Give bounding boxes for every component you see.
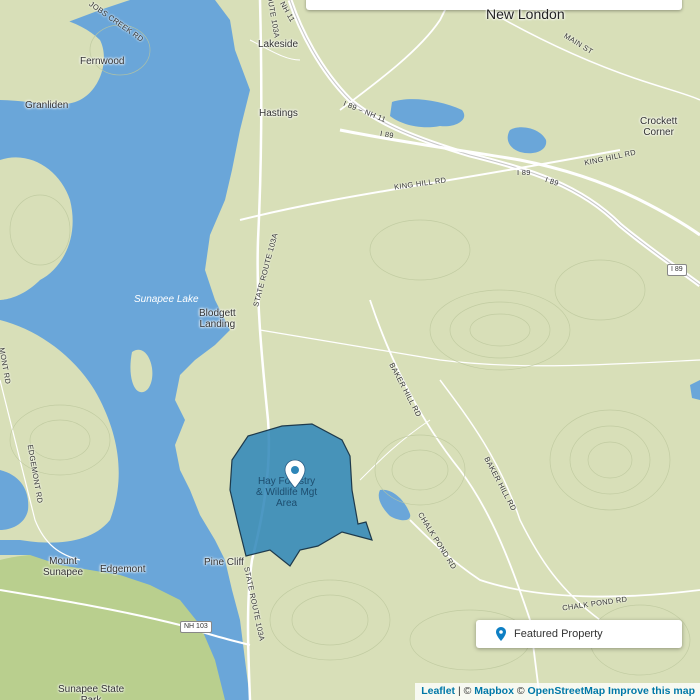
map-pin-icon[interactable] <box>284 459 306 489</box>
place-new-london: New London <box>486 6 565 22</box>
place-sunapee-state-park: Sunapee State Park <box>58 684 125 700</box>
osm-link[interactable]: OpenStreetMap <box>528 685 606 697</box>
place-granliden: Granliden <box>25 100 69 111</box>
improve-map-link[interactable]: Improve this map <box>608 685 695 697</box>
shield-nh-103: NH 103 <box>180 621 212 633</box>
attribution-separator-2: © <box>513 685 528 697</box>
leaflet-link[interactable]: Leaflet <box>421 685 455 697</box>
road-i89-b: I 89 <box>517 168 531 177</box>
shield-i89-d: I 89 <box>667 264 687 276</box>
place-blodgett-landing: Blodgett Landing <box>199 308 236 330</box>
place-sunapee-lake: Sunapee Lake <box>134 294 199 305</box>
place-fernwood: Fernwood <box>80 56 125 67</box>
map-pin-icon <box>496 627 506 641</box>
place-hastings: Hastings <box>259 108 298 119</box>
place-edgemont: Edgemont <box>100 564 146 575</box>
place-pine-cliff: Pine Cliff <box>204 557 244 568</box>
map-canvas[interactable]: New London Fernwood Granliden Lakeside H… <box>0 0 700 700</box>
mapbox-link[interactable]: Mapbox <box>474 685 514 697</box>
map-attribution: Leaflet | © Mapbox © OpenStreetMap Impro… <box>415 683 700 700</box>
place-lakeside: Lakeside <box>258 39 299 50</box>
legend-label: Featured Property <box>514 628 603 640</box>
place-crockett-corner: Crockett Corner <box>640 116 678 138</box>
attribution-separator: | © <box>455 685 475 697</box>
legend: Featured Property <box>476 620 682 648</box>
place-mount-sunapee: Mount Sunapee <box>43 556 84 578</box>
